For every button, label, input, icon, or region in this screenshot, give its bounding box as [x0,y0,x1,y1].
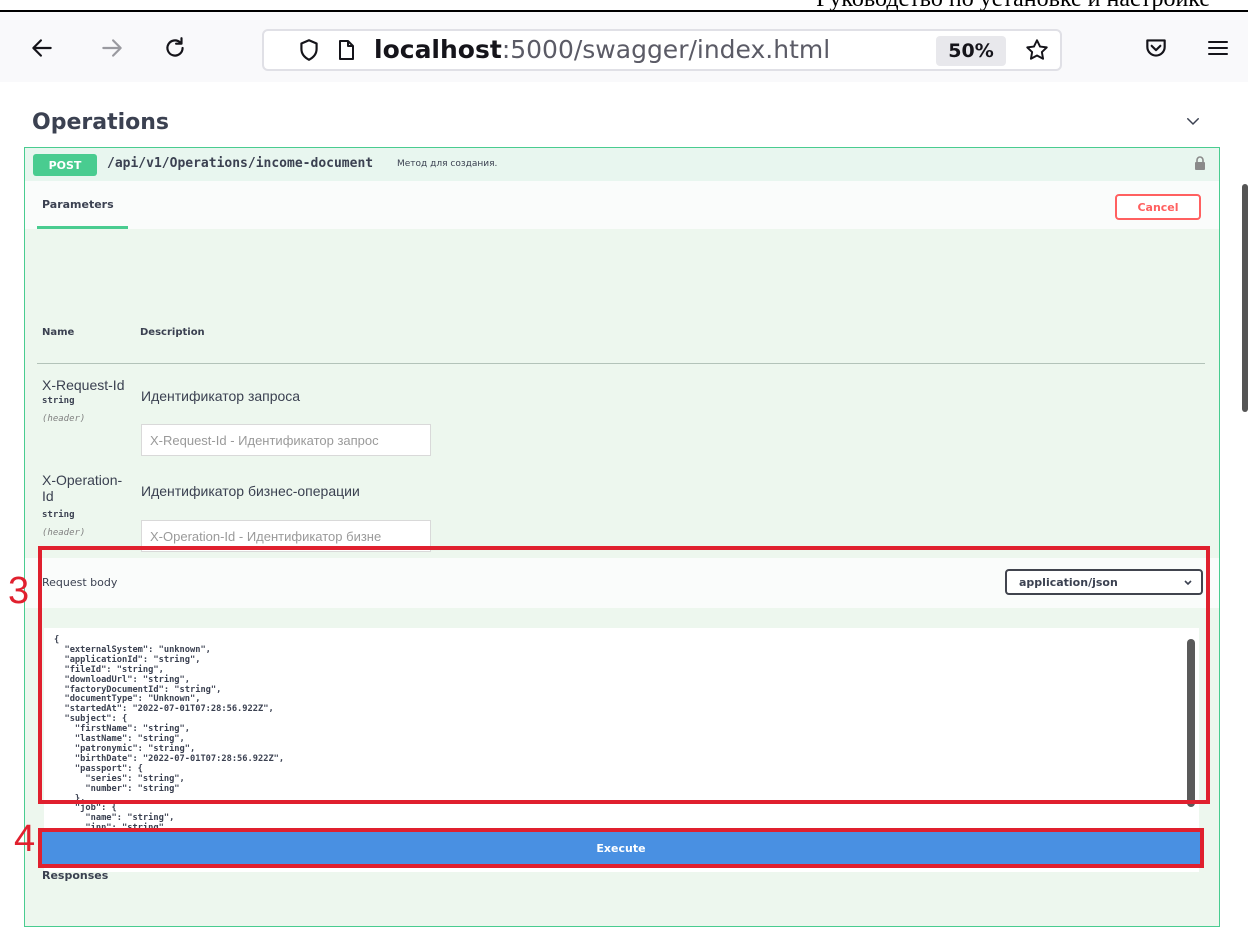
browser-toolbar: localhost:5000/swagger/index.html 50% [0,12,1248,82]
url-path: :5000/swagger/index.html [501,35,831,64]
param-name-line2: Id [42,488,54,504]
column-header-description: Description [140,327,205,338]
arrow-right-icon [102,39,122,57]
operation-description: Метод для создания. [397,159,498,169]
menu-button[interactable] [1198,28,1238,68]
param-description: Идентификатор бизнес-операции [141,483,360,499]
lock-icon[interactable] [1193,155,1207,171]
http-method-badge: POST [33,154,97,176]
table-header-rule [37,363,1205,364]
url-text[interactable]: localhost:5000/swagger/index.html [374,35,830,64]
param-location: (header) [42,414,86,424]
param-type: string [42,396,75,406]
operations-section-title: Operations [32,110,169,135]
highlight-box-step-3 [38,546,1210,804]
star-bookmark-icon[interactable] [1024,37,1050,63]
reload-button[interactable] [155,28,195,68]
param-type: string [42,510,75,520]
request-id-input[interactable]: X-Request-Id - Идентификатор запрос [141,424,431,456]
tab-parameters[interactable]: Parameters [42,198,114,211]
param-name-line1: X-Operation- [42,472,123,488]
param-name-request-id: X-Request-Id [42,377,125,393]
param-description: Идентификатор запроса [141,388,301,404]
operation-block: POST /api/v1/Operations/income-document … [24,147,1220,927]
url-bar[interactable]: localhost:5000/swagger/index.html 50% [262,29,1062,71]
parameters-header: Parameters Cancel [25,181,1219,229]
operation-path: /api/v1/Operations/income-document [107,156,374,171]
arrow-left-icon [32,39,52,57]
tab-active-underline [37,226,128,229]
cancel-button[interactable]: Cancel [1115,194,1201,220]
chevron-down-icon[interactable] [1184,112,1202,130]
reload-icon [166,37,184,57]
column-header-name: Name [42,327,75,338]
page-icon[interactable] [334,37,358,63]
step-4-label: 4 [14,818,36,860]
param-name-operation-id: X-Operation- Id [42,472,122,504]
param-location: (header) [42,528,86,538]
zoom-level-badge[interactable]: 50% [936,36,1006,66]
hamburger-menu-icon [1208,41,1228,55]
highlight-box-step-4 [38,828,1204,868]
step-3-label: 3 [8,570,30,612]
responses-heading: Responses [42,869,109,882]
pocket-button[interactable] [1136,28,1176,68]
shield-icon[interactable] [296,37,322,63]
page-scrollbar[interactable] [1242,184,1248,412]
operation-summary[interactable]: POST /api/v1/Operations/income-document … [25,148,1219,182]
pocket-icon [1146,39,1166,57]
back-button[interactable] [22,28,62,68]
forward-button[interactable] [92,28,132,68]
url-host: localhost [374,35,502,64]
